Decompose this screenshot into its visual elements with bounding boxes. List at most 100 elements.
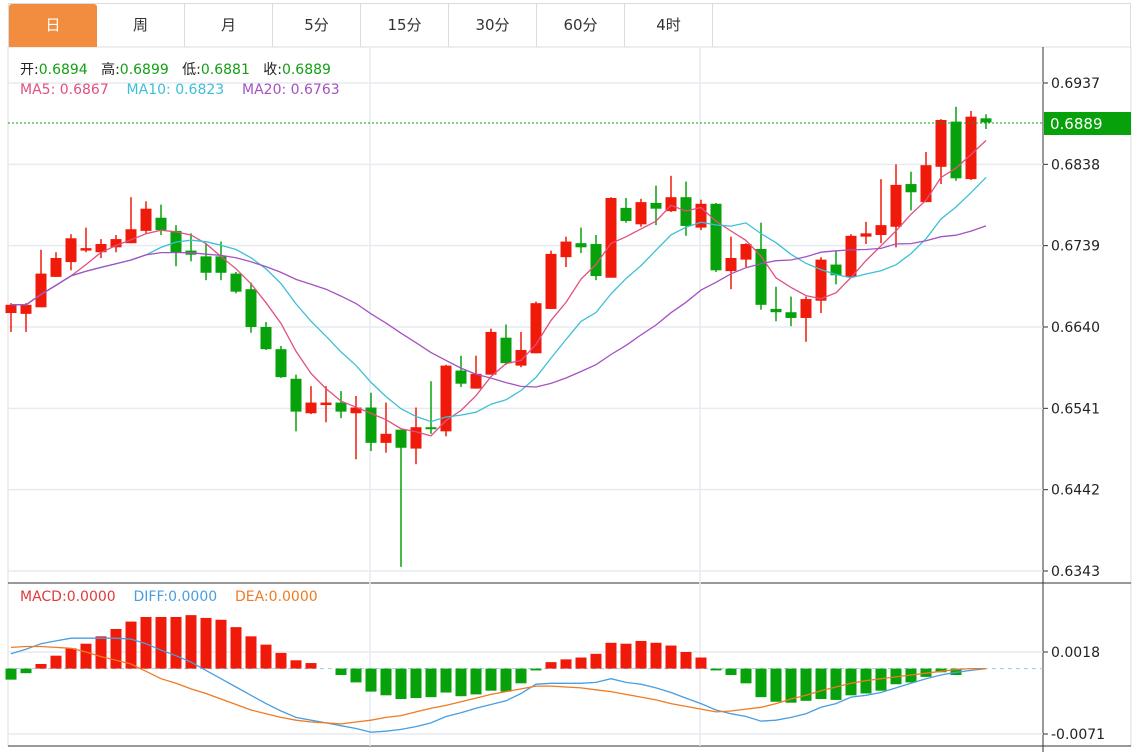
axis-tick-label: 0.6838 (1051, 157, 1100, 173)
macd-bar (275, 652, 287, 669)
low-value: 0.6881 (200, 62, 250, 78)
macd-histogram (5, 615, 962, 703)
candle-body (785, 312, 797, 318)
macd-bar (200, 617, 212, 669)
macd-value: 0.0000 (66, 589, 116, 605)
macd-bar (470, 668, 482, 695)
macd-bar (680, 652, 692, 669)
low-label: 低: (182, 62, 201, 78)
tab-4hour[interactable]: 4时 (625, 4, 713, 47)
macd-bar (725, 668, 737, 676)
macd-bar (335, 668, 347, 676)
macd-bar (245, 636, 257, 669)
tab-15min[interactable]: 15分 (361, 4, 449, 47)
candle-body (650, 202, 662, 209)
candle-body (380, 433, 392, 443)
ma10-line (11, 176, 987, 423)
axis-tick-label: -0.0071 (1051, 727, 1105, 743)
candle-body (605, 198, 617, 278)
macd-bar (560, 659, 572, 669)
current-price-tag: 0.6889 (8, 112, 1131, 135)
candle-body (290, 378, 302, 412)
close-value: 0.6889 (281, 62, 331, 78)
axis-tick-label: 0.6541 (1051, 401, 1100, 417)
axis-tick-label: 0.0018 (1051, 645, 1100, 661)
period-tabs: 日 周 月 5分 15分 30分 60分 4时 (8, 3, 1131, 47)
macd-bar (710, 668, 722, 671)
axis-tick-label: 0.6739 (1051, 239, 1100, 255)
ma10-value: 0.6823 (175, 82, 225, 98)
macd-bar (410, 668, 422, 699)
candle-body (50, 257, 62, 277)
tab-day[interactable]: 日 (9, 4, 97, 47)
diff-value: 0.0000 (168, 589, 218, 605)
axis-tick-label: 0.6442 (1051, 483, 1100, 499)
ma5-value: 0.6867 (59, 82, 109, 98)
diff-label: DIFF: (133, 589, 169, 605)
macd-bar (80, 643, 92, 669)
candle-body (890, 184, 902, 227)
ma20-label: MA20: (242, 82, 291, 98)
candle-body (155, 217, 167, 231)
tab-30min[interactable]: 30分 (449, 4, 537, 47)
candle-body (770, 308, 782, 313)
tab-week[interactable]: 周 (97, 4, 185, 47)
ma5-line (11, 140, 987, 437)
macd-bar (515, 668, 527, 684)
candle-body (500, 337, 512, 364)
kline-chart[interactable]: 0.6937 0.6838 0.6739 0.6640 0.6541 0.6442 0.63… (0, 0, 1141, 752)
macd-bar (455, 668, 467, 697)
macd-bar (695, 657, 707, 669)
macd-label: MACD: (20, 589, 67, 605)
tab-60min[interactable]: 60分 (537, 4, 625, 47)
candle-body (710, 203, 722, 271)
candle-body (80, 248, 92, 251)
macd-bar (380, 668, 392, 696)
macd-bar (635, 640, 647, 669)
candle-body (575, 243, 587, 248)
macd-legend: MACD:0.0000 DIFF:0.0000 DEA:0.0000 (20, 589, 318, 605)
macd-bar (125, 621, 137, 669)
macd-bar (440, 668, 452, 693)
candle-body (545, 253, 557, 309)
macd-bar (95, 636, 107, 669)
candle-body (620, 207, 632, 222)
macd-bar (650, 642, 662, 669)
candle-body (530, 303, 542, 354)
high-value: 0.6899 (119, 62, 169, 78)
candle-body (965, 116, 977, 180)
macd-bar (305, 663, 317, 669)
candle-body (20, 304, 32, 314)
candle-body (635, 202, 647, 225)
macd-bar (50, 655, 62, 669)
macd-bar (215, 619, 227, 669)
open-label: 开: (20, 62, 39, 78)
macd-bar (845, 668, 857, 696)
close-label: 收: (263, 62, 282, 78)
macd-bar (230, 627, 242, 669)
macd-bar (290, 660, 302, 669)
macd-bar (170, 616, 182, 669)
candle-body (800, 299, 812, 318)
candle-body (725, 257, 737, 272)
tab-5min[interactable]: 5分 (273, 4, 361, 47)
moving-average-lines (11, 140, 987, 437)
macd-bar (530, 668, 542, 671)
macd-bar (365, 668, 377, 692)
macd-bar (260, 644, 272, 669)
candle-body (815, 259, 827, 301)
tab-month[interactable]: 月 (185, 4, 273, 47)
candle-body (245, 289, 257, 327)
macd-bar (500, 668, 512, 692)
open-value: 0.6894 (38, 62, 88, 78)
macd-bar (830, 668, 842, 700)
macd-bar (5, 668, 17, 680)
candle-body (875, 225, 887, 235)
macd-bar (110, 628, 122, 669)
macd-bar (815, 668, 827, 699)
ma5-label: MA5: (20, 82, 60, 98)
dea-value: 0.0000 (268, 589, 318, 605)
macd-bar (620, 643, 632, 669)
candle-body (335, 402, 347, 412)
candle-body (920, 165, 932, 203)
